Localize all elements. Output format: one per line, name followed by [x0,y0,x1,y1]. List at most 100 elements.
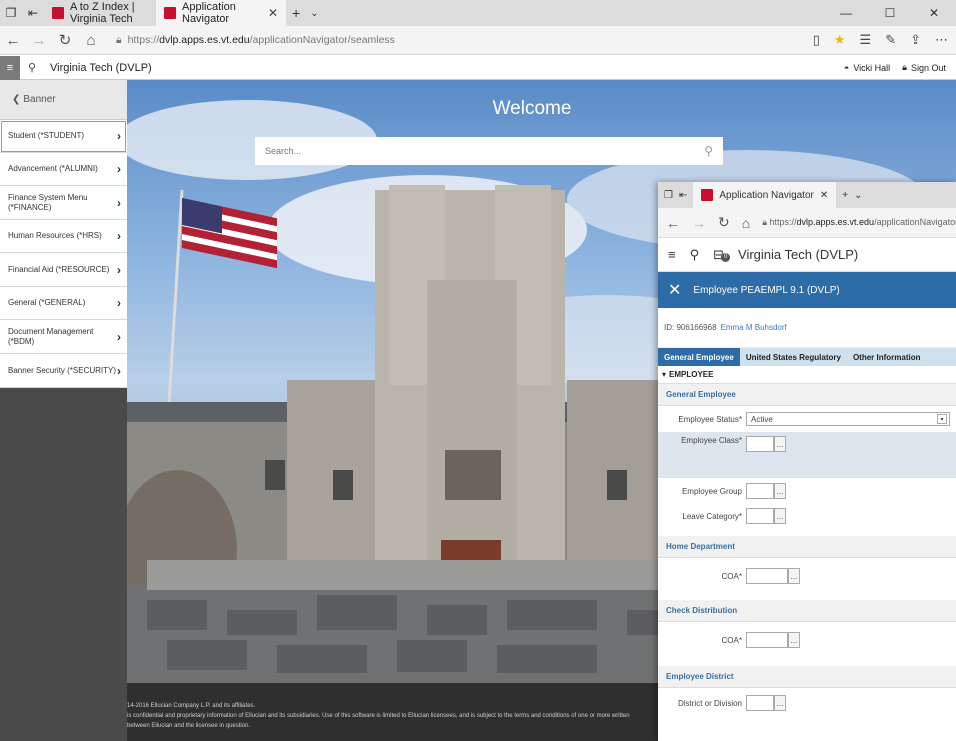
vt-favicon-icon [164,7,176,19]
chevron-right-icon: › [117,229,121,243]
refresh-icon[interactable]: ↻ [718,214,730,231]
browser-tab-app-navigator[interactable]: Application Navigator ✕ [156,0,286,26]
overlay-window: ❐ ⇤ Application Navigator ✕ + ⌄ ← → ↻ ⌂ … [658,182,956,741]
forward-icon[interactable]: → [692,215,706,231]
sidebar-item-student[interactable]: Student (*STUDENT) › [0,120,127,153]
home-icon[interactable]: ⌂ [78,32,104,49]
sign-out-button[interactable]: 🔒︎ Sign Out [902,62,946,73]
employee-id: 906166968 [676,323,717,332]
back-icon[interactable]: ← [666,215,680,231]
employee-name: Emma M Buhsdorf [720,323,787,332]
home-coa-lookup[interactable]: ... [788,568,800,584]
check-coa-input[interactable] [746,632,788,648]
home-icon[interactable]: ⌂ [742,215,750,231]
forward-icon[interactable]: → [26,32,52,49]
employee-class-input[interactable] [746,436,774,452]
recent-items-icon[interactable]: ⊟ 0 [713,247,731,263]
app-title: Virginia Tech (DVLP) [50,61,152,74]
employee-status-select[interactable]: Active ▾ [746,412,950,426]
more-icon[interactable]: ⋯ [935,32,948,48]
close-window-icon[interactable]: ✕ [912,0,956,26]
minimize-icon[interactable]: — [824,0,868,26]
sidebar-item-advancement[interactable]: Advancement (*ALUMNI) › [0,153,127,186]
share-icon[interactable]: ⇪ [910,32,921,48]
chevron-right-icon: › [117,363,121,378]
browser-tab-a-to-z[interactable]: A to Z Index | Virginia Tech [44,0,156,26]
section-employee[interactable]: ▾ EMPLOYEE [658,366,956,384]
chevron-down-icon: ▾ [937,414,947,424]
overlay-url-field[interactable]: 🔒︎ https://dvlp.apps.es.vt.edu/applicati… [762,217,956,228]
search-bar: ⚲ [255,137,723,165]
sidebar-item-document-management[interactable]: Document Management (*BDM) › [0,320,127,354]
window-controls: — ☐ ✕ [824,0,956,26]
browser-tab-bar: ❐ ⇤ A to Z Index | Virginia Tech Applica… [0,0,956,26]
tab-general-employee[interactable]: General Employee [658,348,740,366]
search-icon[interactable]: ⚲ [704,144,713,158]
menu-icon[interactable]: ≡ [0,55,20,80]
form-title: Employee PEAEMPL 9.1 (DVLP) [693,284,840,296]
group-check-distribution: Check Distribution [658,600,956,622]
set-tabs-aside-icon[interactable]: ⇤ [679,190,687,201]
employee-class-lookup[interactable]: ... [774,436,786,452]
district-division-lookup[interactable]: ... [774,695,786,711]
close-tab-icon[interactable]: ✕ [820,190,828,201]
sidebar-item-general[interactable]: General (*GENERAL) › [0,287,127,320]
close-form-icon[interactable]: ✕ [668,280,681,300]
key-block: ID: 906166968 Emma M Buhsdorf [658,308,956,348]
home-coa-input[interactable] [746,568,788,584]
user-menu[interactable]: ◓ Vicki Hall [844,63,890,73]
tab-actions-icon[interactable]: ❐ [0,3,22,23]
sidebar-item-finance[interactable]: Finance System Menu (*FINANCE) › [0,186,127,220]
sidebar-item-banner-security[interactable]: Banner Security (*SECURITY) › [0,354,127,388]
row-check-coa: COA* ... [658,622,956,658]
overlay-browser-tab[interactable]: Application Navigator ✕ [693,182,837,208]
search-icon[interactable]: ⚲ [20,61,44,74]
tab-actions-icon[interactable]: ❐ [664,190,673,201]
row-district-division: District or Division ... [658,688,956,718]
vt-favicon-icon [52,7,64,19]
notification-badge: 0 [721,252,731,262]
web-note-icon[interactable]: ✎ [885,32,896,48]
url-host: dvlp.apps.es.vt.edu [159,34,250,46]
district-division-input[interactable] [746,695,774,711]
leave-category-lookup[interactable]: ... [774,508,786,524]
search-icon[interactable]: ⚲ [690,247,700,263]
tab-united-states-regulatory[interactable]: United States Regulatory [740,348,847,366]
chevron-right-icon: › [117,262,121,277]
tab-other-information[interactable]: Other Information [847,348,927,366]
employee-group-lookup[interactable]: ... [774,483,786,499]
check-coa-lookup[interactable]: ... [788,632,800,648]
footer-legal-text: is confidential and proprietary informat… [127,713,630,720]
row-home-coa: COA* ... [658,558,956,594]
employee-group-input[interactable] [746,483,774,499]
sidebar-item-human-resources[interactable]: Human Resources (*HRS) › [0,220,127,253]
row-employee-class: Employee Class* ... [658,432,956,466]
tab-dropdown-icon[interactable]: ⌄ [854,190,862,201]
menu-icon[interactable]: ≡ [668,247,676,262]
favorite-star-icon[interactable]: ★ [834,32,846,48]
copyright-footer: 14-2016 Ellucian Company L.P. and its af… [127,683,658,741]
leave-category-input[interactable] [746,508,774,524]
new-tab-icon[interactable]: + [842,190,848,201]
close-tab-icon[interactable]: ✕ [268,6,278,20]
reading-view-icon[interactable]: ▯ [813,32,820,48]
group-general-employee: General Employee [658,384,956,406]
overlay-address-bar: ← → ↻ ⌂ 🔒︎ https://dvlp.apps.es.vt.edu/a… [658,208,956,238]
set-tabs-aside-icon[interactable]: ⇤ [22,3,44,23]
new-tab-icon[interactable]: + [286,5,306,21]
chevron-right-icon: › [117,162,121,176]
sidebar-back-button[interactable]: ❮ Banner [0,80,127,120]
sidebar-item-financial-aid[interactable]: Financial Aid (*RESOURCE) › [0,253,127,287]
refresh-icon[interactable]: ↻ [52,31,78,49]
back-icon[interactable]: ← [0,32,26,49]
row-leave-category: Leave Category* ... [658,504,956,528]
tab-dropdown-icon[interactable]: ⌄ [306,8,322,19]
maximize-icon[interactable]: ☐ [868,0,912,26]
overlay-tab-bar: ❐ ⇤ Application Navigator ✕ + ⌄ [658,182,956,208]
app-header: ≡ ⚲ Virginia Tech (DVLP) ◓ Vicki Hall 🔒︎ S… [0,55,956,80]
url-field[interactable]: 🔒︎ https://dvlp.apps.es.vt.edu/applicati… [116,29,786,51]
search-input[interactable] [265,146,705,156]
favorites-hub-icon[interactable]: ☰ [860,32,872,48]
form-header: ✕ Employee PEAEMPL 9.1 (DVLP) [658,272,956,308]
lock-icon: 🔒︎ [116,33,122,46]
